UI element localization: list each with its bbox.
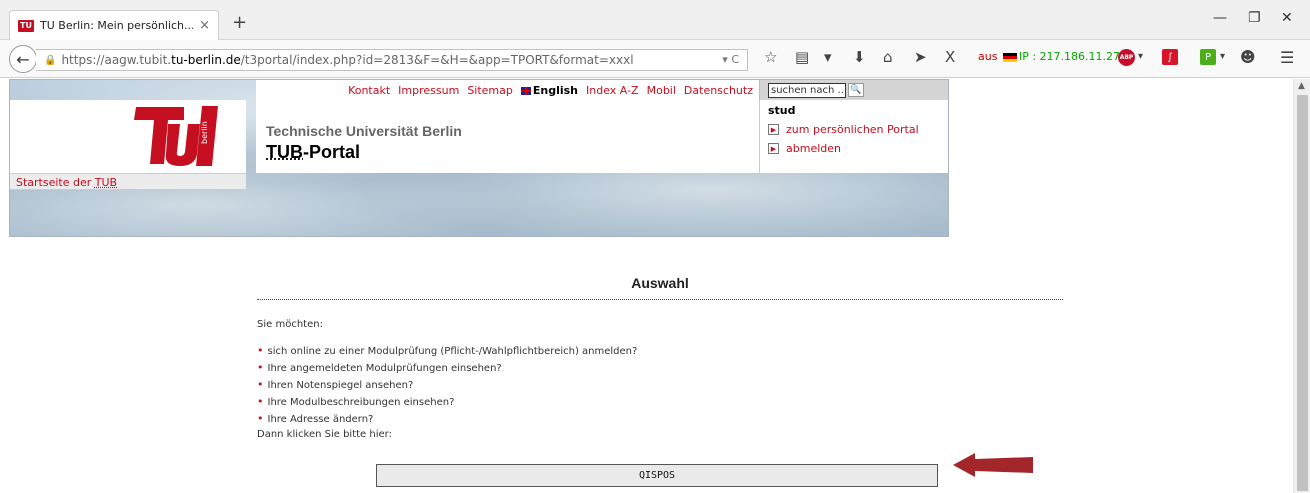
bullet-icon: • <box>257 344 264 357</box>
browser-tab-bar: TU TU Berlin: Mein persönlich... × + — ❐… <box>0 0 1310 40</box>
new-tab-button[interactable]: + <box>232 12 247 33</box>
svg-text:berlin: berlin <box>200 121 209 144</box>
tu-logo-icon: berlin <box>134 106 218 166</box>
uk-flag-icon <box>520 86 531 95</box>
abp-dropdown-icon[interactable]: ▾ <box>1138 51 1143 62</box>
logo-box[interactable]: berlin <box>10 100 246 173</box>
university-name: Technische Universität Berlin <box>266 123 462 139</box>
list-item: • Ihren Notenspiegel ansehen? <box>257 376 1063 393</box>
vertical-scrollbar[interactable]: ▲ <box>1293 79 1310 493</box>
download-icon[interactable]: ⬇ <box>853 48 866 66</box>
arrow-right-icon: ▶ <box>768 143 779 154</box>
back-icon[interactable]: ← <box>9 45 37 73</box>
option-text: Ihren Notenspiegel ansehen? <box>267 380 414 391</box>
tab-title: TU Berlin: Mein persönlich... <box>40 19 194 32</box>
browser-tab[interactable]: TU TU Berlin: Mein persönlich... × <box>9 10 219 40</box>
startseite-link[interactable]: Startseite der TUB <box>10 173 246 190</box>
menu-kontakt[interactable]: Kontakt <box>348 84 390 97</box>
star-icon[interactable]: ☆ <box>764 48 777 66</box>
pocket-icon[interactable]: ▾ <box>824 48 832 66</box>
abp-icon[interactable]: ABP <box>1118 49 1135 66</box>
menu-index[interactable]: Index A-Z <box>586 84 639 97</box>
bullet-icon: • <box>257 378 264 391</box>
menu-impressum[interactable]: Impressum <box>398 84 459 97</box>
top-menu: Kontakt Impressum Sitemap English Index … <box>256 80 759 100</box>
bullet-icon: • <box>257 412 264 425</box>
minimize-icon[interactable]: — <box>1213 10 1227 26</box>
option-text: Ihre Adresse ändern? <box>267 414 374 425</box>
ip-address: IP : 217.186.11.27 <box>1018 50 1121 63</box>
portal-suffix: -Portal <box>303 142 361 162</box>
restore-icon[interactable]: ❐ <box>1248 10 1261 26</box>
menu-sitemap[interactable]: Sitemap <box>467 84 513 97</box>
bullet-icon: • <box>257 361 264 374</box>
tab-close-icon[interactable]: × <box>199 18 210 33</box>
main-content: Auswahl Sie möchten: • sich online zu ein… <box>257 275 1063 440</box>
menu-english[interactable]: English <box>520 83 579 97</box>
send-icon[interactable]: ➤ <box>914 48 927 66</box>
startseite-tub: TUB <box>94 176 118 189</box>
option-text: sich online zu einer Modulprüfung (Pflic… <box>267 346 638 357</box>
url-bar[interactable]: 🔒 https://aagw.tubit. tu-berlin.de/t3port… <box>36 49 748 71</box>
search-icon[interactable]: 🔍 <box>848 83 864 97</box>
list-item: • Ihre Adresse ändern? <box>257 410 1063 427</box>
tu-favicon-icon: TU <box>18 19 34 32</box>
arrow-right-icon: ▶ <box>768 124 779 135</box>
outro-text: Dann klicken Sie bitte hier: <box>257 429 392 440</box>
scrollbar-thumb[interactable] <box>1297 95 1308 491</box>
startseite-label: Startseite der <box>16 176 95 189</box>
section-heading: Auswahl <box>631 275 689 291</box>
page: Kontakt Impressum Sitemap English Index … <box>0 79 1293 493</box>
logout-link[interactable]: ▶ abmelden <box>768 142 948 155</box>
german-flag-icon <box>1002 52 1017 62</box>
user-box: stud ▶ zum persönlichen Portal ▶ abmelden <box>759 100 948 173</box>
personal-portal-link[interactable]: ▶ zum persönlichen Portal <box>768 123 948 136</box>
option-list: • sich online zu einer Modulprüfung (Pfli… <box>257 342 1063 427</box>
url-suffix: /t3portal/index.php?id=2813&F=&H=&app=TP… <box>240 53 634 67</box>
lock-icon: 🔒 <box>44 54 57 66</box>
url-prefix: https://aagw.tubit. <box>61 53 172 67</box>
home-icon[interactable]: ⌂ <box>883 48 893 66</box>
window-close-icon[interactable]: ✕ <box>1281 10 1293 26</box>
scroll-up-icon[interactable]: ▲ <box>1298 81 1305 91</box>
x-icon[interactable]: X <box>945 48 955 66</box>
personal-portal-label: zum persönlichen Portal <box>786 123 919 136</box>
intro-text: Sie möchten: <box>257 319 323 330</box>
page-title: TUB-Portal <box>266 142 360 163</box>
reload-icon[interactable]: ▾ C <box>722 53 739 66</box>
smiley-icon[interactable]: ☻ <box>1240 48 1256 66</box>
logout-label: abmelden <box>786 142 841 155</box>
bullet-icon: • <box>257 395 264 408</box>
portal-tub: TUB <box>266 142 303 162</box>
site-header: Kontakt Impressum Sitemap English Index … <box>9 79 949 237</box>
title-box: Technische Universität Berlin TUB-Portal <box>256 100 759 173</box>
list-item: • sich online zu einer Modulprüfung (Pfli… <box>257 342 1063 359</box>
menu-english-label: English <box>532 83 579 97</box>
list-item: • Ihre Modulbeschreibungen einsehen? <box>257 393 1063 410</box>
red-addon-icon[interactable]: ∫ <box>1162 49 1178 65</box>
qispos-button[interactable]: QISPOS <box>376 464 938 487</box>
list-item: • Ihre angemeldeten Modulprüfungen einseh… <box>257 359 1063 376</box>
green-addon-dropdown-icon[interactable]: ▾ <box>1220 51 1225 62</box>
menu-icon[interactable]: ☰ <box>1280 48 1294 67</box>
divider <box>257 299 1063 300</box>
menu-mobil[interactable]: Mobil <box>647 84 676 97</box>
red-arrow-icon <box>953 453 1033 477</box>
search-input[interactable]: suchen nach ... <box>768 82 846 98</box>
username: stud <box>768 104 796 117</box>
addon-aus-label: aus <box>978 50 998 63</box>
option-text: Ihre angemeldeten Modulprüfungen einsehe… <box>267 363 502 374</box>
option-text: Ihre Modulbeschreibungen einsehen? <box>267 397 455 408</box>
url-domain: tu-berlin.de <box>171 53 241 67</box>
reading-list-icon[interactable]: ▤ <box>795 48 809 66</box>
ip-addon[interactable]: aus IP : 217.186.11.27 <box>978 50 1120 63</box>
menu-datenschutz[interactable]: Datenschutz <box>684 84 753 97</box>
search-box: suchen nach ... 🔍 <box>759 80 948 100</box>
green-addon-icon[interactable]: P <box>1200 49 1216 65</box>
